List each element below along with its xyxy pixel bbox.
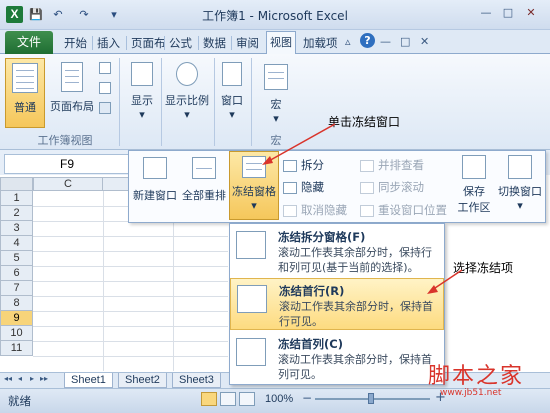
- watermark-url: www.jb51.net: [440, 388, 502, 398]
- arrow-line: [431, 269, 463, 291]
- annotation-arrows: [262, 123, 463, 294]
- arrow-line: [266, 123, 336, 163]
- arrow-head: [262, 156, 273, 165]
- watermark: 脚本之家: [428, 364, 525, 389]
